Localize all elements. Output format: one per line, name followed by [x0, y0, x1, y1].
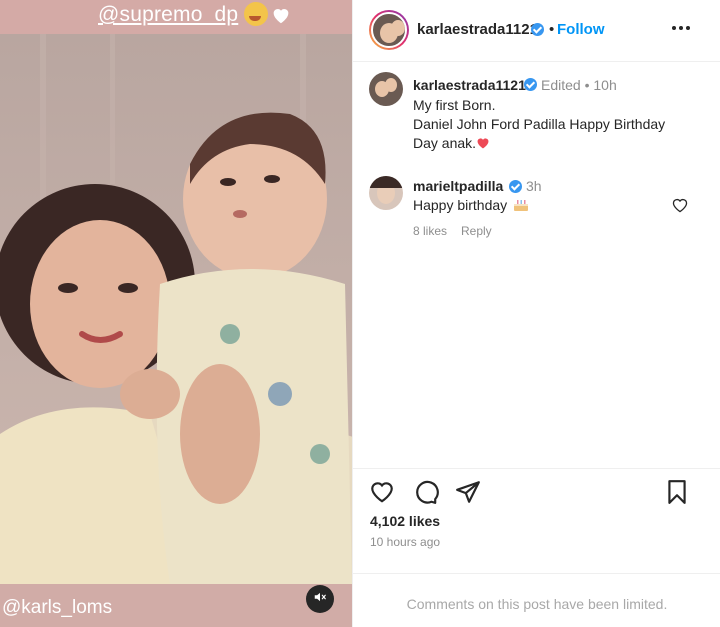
caption-line-last: Day anak.	[413, 134, 713, 153]
follow-button[interactable]: Follow	[557, 21, 605, 38]
post-header: karlaestrada1121 • Follow	[353, 0, 720, 62]
comments-limited-notice: Comments on this post have been limited.	[406, 596, 668, 612]
caption-username[interactable]: karlaestrada1121	[413, 77, 526, 93]
heart-icon[interactable]	[369, 479, 395, 505]
white-heart-sticker-icon	[270, 4, 292, 26]
caption-text: My first Born. Daniel John Ford Padilla …	[413, 96, 713, 153]
commenter-avatar[interactable]	[369, 176, 403, 210]
media-top-overlay-text: @supremo_dp	[98, 3, 239, 26]
verified-badge-icon	[509, 180, 522, 193]
header-separator: •	[549, 21, 555, 38]
share-icon[interactable]	[455, 479, 481, 505]
save-icon[interactable]	[664, 479, 690, 505]
actions-divider	[353, 468, 720, 469]
media-bottom-overlay-text: @karls_loms	[2, 597, 113, 618]
caption-meta: Edited • 10h	[541, 77, 617, 93]
verified-badge-icon	[524, 78, 537, 91]
post-photo	[0, 34, 352, 584]
comments-divider	[353, 573, 720, 574]
author-avatar[interactable]	[369, 10, 409, 50]
comment-body: Happy birthday	[413, 197, 508, 213]
author-username[interactable]: karlaestrada1121	[417, 21, 538, 38]
post-timestamp: 10 hours ago	[370, 535, 441, 549]
caption-line: Daniel John Ford Padilla Happy Birthday	[413, 116, 666, 132]
comment-reply-button[interactable]: Reply	[461, 224, 492, 238]
commenter-username[interactable]: marieltpadilla	[413, 178, 503, 194]
caption-avatar[interactable]	[369, 72, 403, 106]
post-media[interactable]: @supremo_dp @karls_loms	[0, 0, 352, 627]
red-heart-icon	[476, 135, 490, 149]
post-details-panel: karlaestrada1121 • Follow karlaestrada11…	[352, 0, 720, 627]
comment-text: Happy birthday	[413, 197, 529, 213]
speaker-muted-icon	[313, 590, 327, 609]
mute-button[interactable]	[306, 585, 334, 613]
emoji-sticker-icon	[244, 2, 268, 26]
verified-badge-icon	[531, 23, 544, 36]
caption-line: My first Born.	[413, 97, 496, 113]
comment-icon[interactable]	[413, 479, 439, 505]
more-options-icon[interactable]	[669, 16, 693, 40]
comment-likes-count[interactable]: 8 likes	[413, 224, 447, 238]
likes-count[interactable]: 4,102 likes	[370, 513, 440, 529]
birthday-cake-icon	[513, 198, 529, 212]
comment-like-heart-icon[interactable]	[671, 197, 689, 213]
comment-time: 3h	[526, 178, 542, 194]
caption-line: Day anak.	[413, 135, 477, 151]
